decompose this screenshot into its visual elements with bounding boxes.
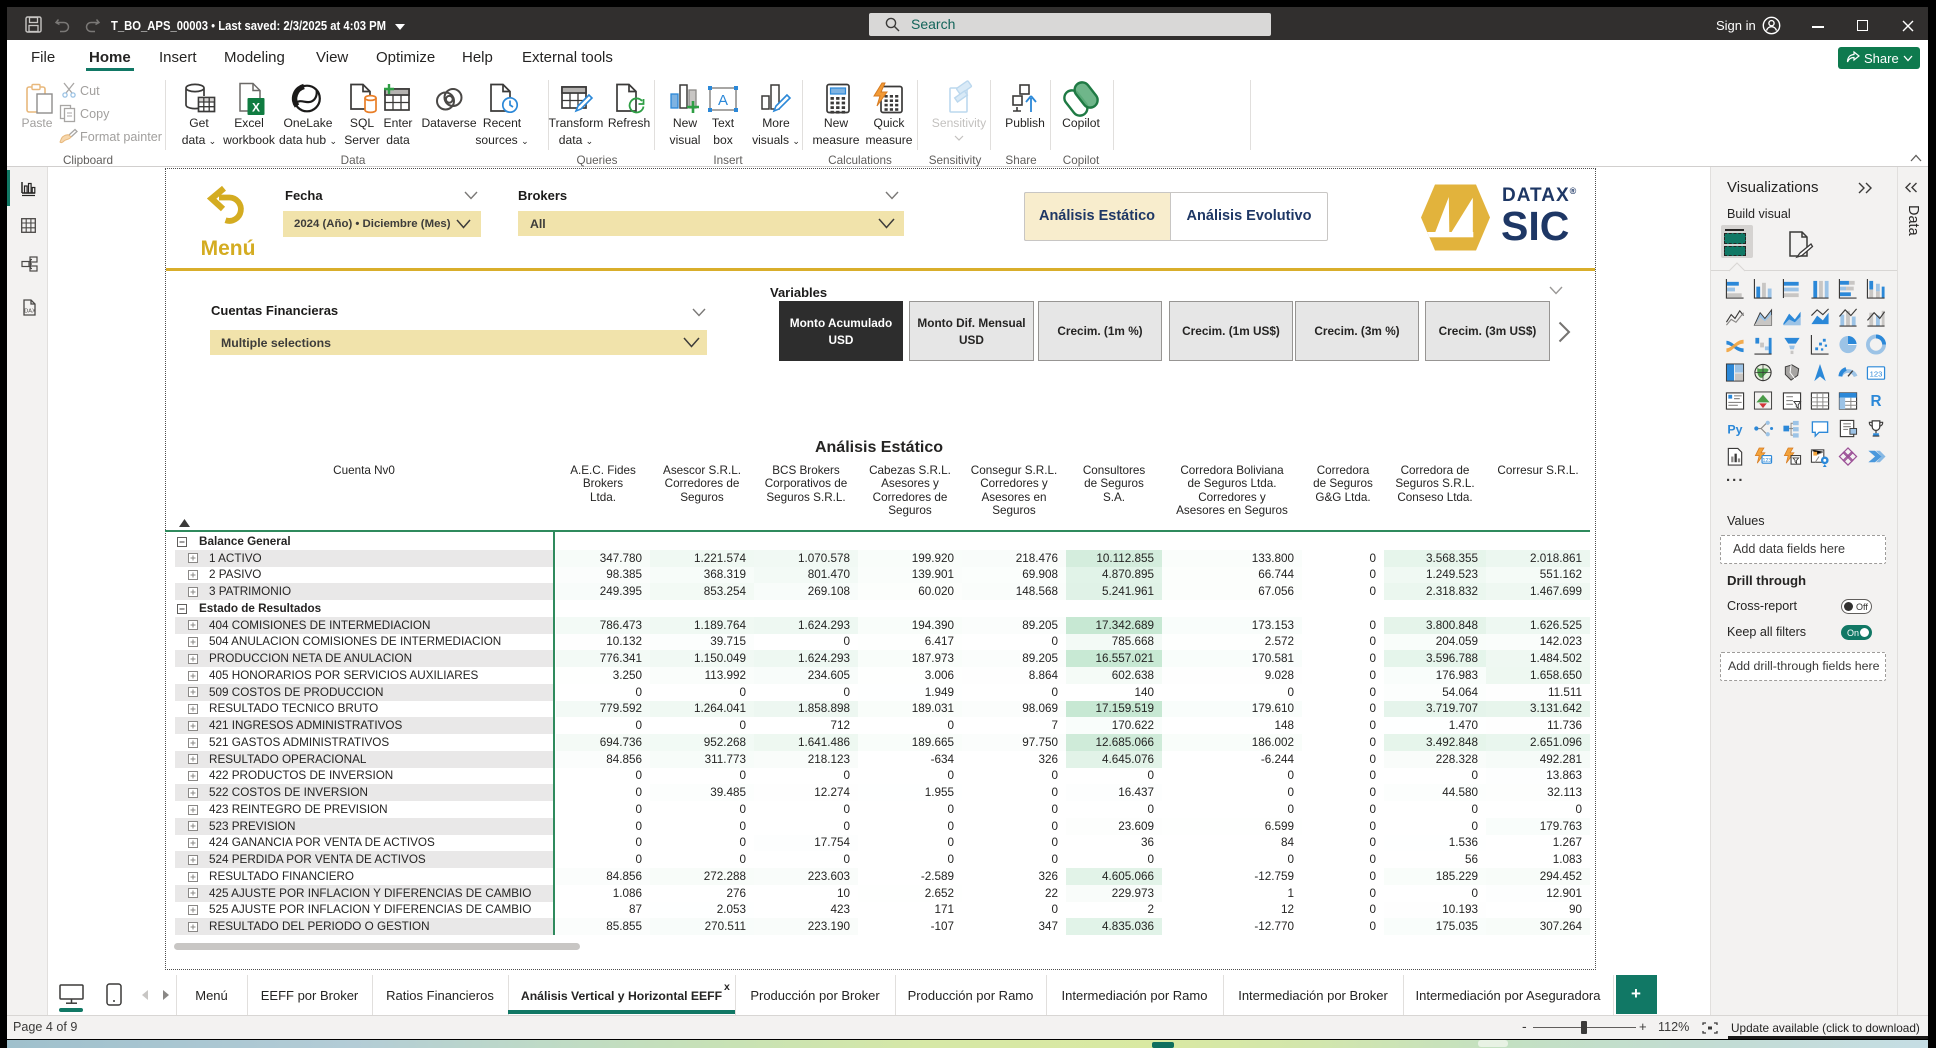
svg-text:A: A [718, 92, 728, 109]
svg-text:DAX: DAX [24, 309, 36, 315]
svg-text:X: X [252, 101, 260, 115]
svg-text:R: R [1871, 393, 1882, 410]
svg-text:Py: Py [1727, 422, 1742, 436]
svg-text:123: 123 [1870, 369, 1883, 378]
svg-text:123: 123 [1762, 458, 1771, 464]
